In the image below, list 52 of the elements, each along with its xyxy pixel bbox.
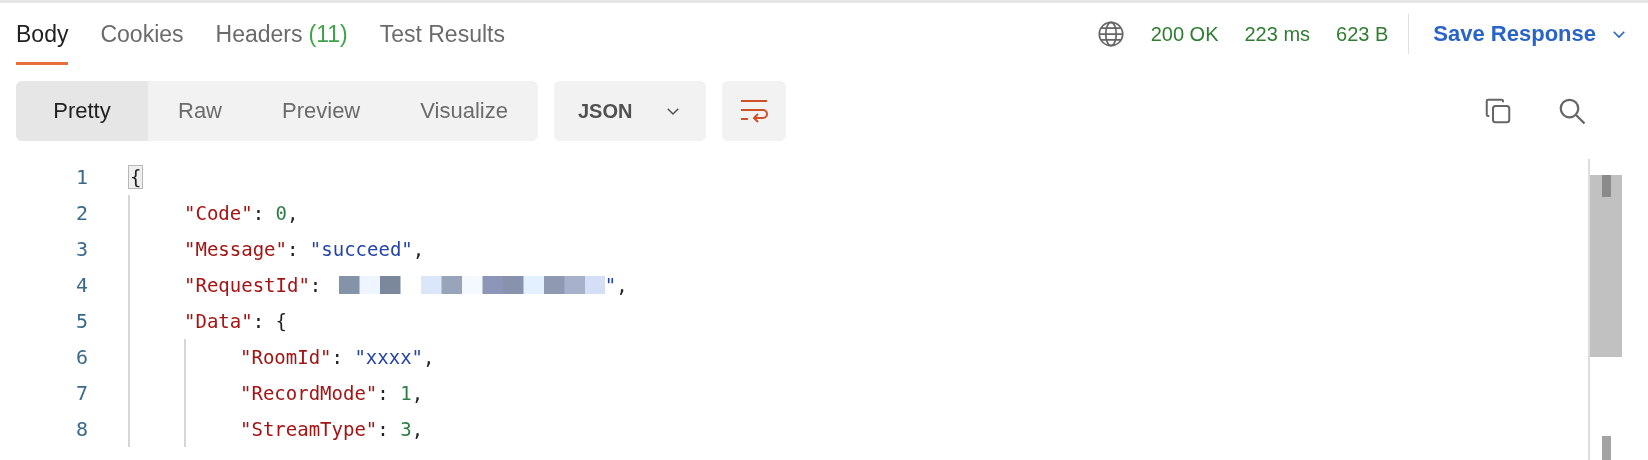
code-text: "StreamType" [240,418,378,440]
response-tab[interactable]: Cookies [100,3,184,65]
code-text: "Message" [184,238,287,260]
code-text: 3 [400,418,412,440]
code-text: "xxxx" [354,346,424,368]
code-text: : [331,346,344,368]
code-text: 1 [400,382,412,404]
code-text: , [412,238,425,260]
line-number: 7 [74,381,89,405]
view-mode-tab[interactable]: Raw [148,81,252,141]
view-mode-tab[interactable]: Pretty [16,81,148,141]
code-text: , [287,202,299,224]
save-response-button[interactable]: Save Response [1429,17,1632,51]
code-text: : [377,418,390,440]
code-text: , [616,274,628,296]
wrap-lines-icon [739,98,770,124]
code-text: 0 [275,202,287,224]
format-dropdown[interactable]: JSON [553,81,707,141]
response-time: 223 ms [1244,22,1311,46]
line-number: 8 [74,417,89,441]
line-number: 4 [74,273,89,297]
code-text: , [411,418,424,440]
response-size: 623 B [1336,22,1389,46]
line-number: 2 [74,201,89,225]
line-number: 5 [74,309,89,333]
response-tab[interactable]: Test Results [379,3,505,65]
line-number: 1 [74,165,89,189]
code-text: "RecordMode" [240,382,378,404]
response-tab[interactable]: Body [16,3,69,65]
code-text: , [411,382,424,404]
wrap-lines-button[interactable] [722,81,787,141]
code-text: : [309,274,323,296]
code-text: " [604,274,617,296]
code-text: { [128,165,144,189]
scrollbar[interactable] [1588,159,1622,460]
line-number: 6 [74,345,89,369]
code-text: "succeed" [309,238,413,260]
response-tab[interactable]: Headers (11) [215,3,348,65]
code-text: : [377,382,390,404]
globe-icon[interactable] [1096,20,1125,48]
code-text: "RequestId" [184,274,310,296]
status-code: 200 OK [1150,22,1219,46]
code-text: : [286,238,300,260]
code-text: "Data" [184,310,253,332]
view-mode-tab[interactable]: Visualize [390,81,538,141]
code-text: "Code" [184,202,253,224]
code-text: : { [252,310,287,332]
code-text: : [252,202,266,224]
line-number: 3 [74,237,89,261]
code-text: "RoomId" [240,346,332,368]
code-text: , [423,346,435,368]
view-mode-tab[interactable]: Preview [252,81,391,141]
